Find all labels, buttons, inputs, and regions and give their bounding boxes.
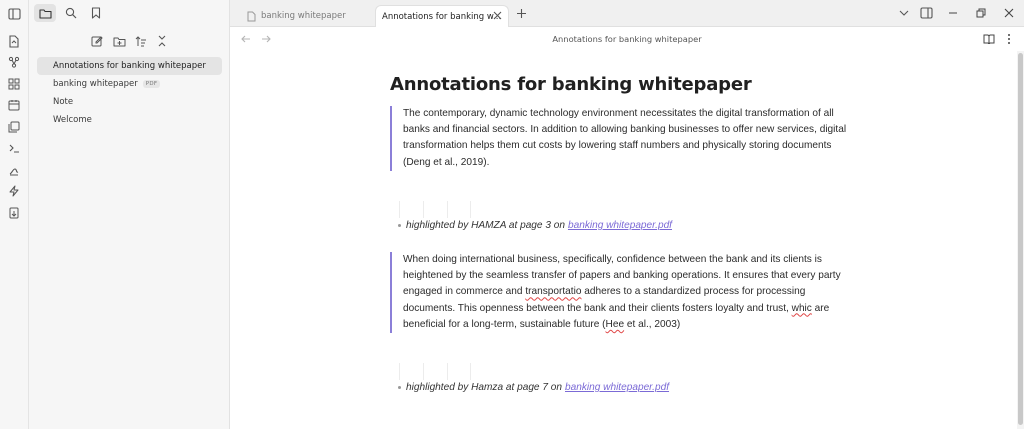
file-item-label: Annotations for banking whitepaper — [53, 61, 206, 71]
empty-table-row — [399, 201, 471, 218]
close-tab-icon[interactable] — [493, 11, 502, 20]
annotation-meta-1: highlighted by HAMZA at page 3 on bankin… — [398, 220, 672, 231]
new-tab-plus-icon[interactable] — [514, 6, 528, 20]
open-quick-switcher-icon[interactable] — [7, 34, 21, 48]
more-options-icon[interactable] — [1003, 33, 1015, 45]
annotation-meta-text: highlighted by Hamza at page 7 on — [406, 382, 562, 393]
reading-view-book-icon[interactable] — [983, 33, 995, 45]
draw-icon[interactable] — [7, 163, 21, 177]
import-icon[interactable] — [7, 206, 21, 220]
pdf-link[interactable]: banking whitepaper.pdf — [565, 382, 669, 393]
file-item-annotations[interactable]: Annotations for banking whitepaper — [37, 57, 222, 75]
new-folder-icon[interactable] — [111, 33, 127, 49]
file-tree: Annotations for banking whitepaper banki… — [37, 57, 222, 129]
file-item-note[interactable]: Note — [37, 93, 222, 111]
sort-order-icon[interactable] — [133, 33, 149, 49]
file-item-label: banking whitepaper — [53, 79, 138, 89]
canvas-icon[interactable] — [7, 77, 21, 91]
tab-label: Annotations for banking w... — [382, 11, 502, 22]
pdf-link[interactable]: banking whitepaper.pdf — [568, 220, 672, 231]
view-header: Annotations for banking whitepaper — [230, 27, 1024, 51]
note-content: Annotations for banking whitepaper The c… — [390, 74, 860, 393]
annotation-meta-2: highlighted by Hamza at page 7 on bankin… — [398, 382, 669, 393]
misspelled-word: whic — [791, 302, 812, 314]
calendar-icon[interactable] — [7, 98, 21, 112]
collapse-all-icon[interactable] — [154, 33, 170, 49]
editor-scrollbar[interactable] — [1017, 51, 1024, 429]
tab-list-chevron-down-icon[interactable] — [897, 6, 911, 20]
close-window-icon[interactable] — [1002, 6, 1016, 20]
search-tab-search-icon[interactable] — [60, 4, 82, 22]
scrollbar-thumb[interactable] — [1018, 53, 1023, 425]
file-type-badge: PDF — [142, 80, 161, 88]
right-sidebar-toggle-icon[interactable] — [919, 6, 933, 20]
annotation-quote-1: The contemporary, dynamic technology env… — [390, 106, 860, 171]
templates-icon[interactable] — [7, 120, 21, 134]
note-title-heading: Annotations for banking whitepaper — [390, 74, 752, 95]
left-ribbon — [0, 0, 29, 429]
file-item-banking-whitepaper[interactable]: banking whitepaper PDF — [37, 75, 222, 93]
file-item-welcome[interactable]: Welcome — [37, 111, 222, 129]
empty-table-row — [399, 363, 471, 380]
file-explorer-sidebar: Annotations for banking whitepaper banki… — [29, 0, 230, 429]
misspelled-word: transportatio — [525, 286, 582, 298]
minimize-icon[interactable] — [946, 6, 960, 20]
new-note-icon[interactable] — [89, 33, 105, 49]
bullet-dot — [398, 224, 401, 227]
file-icon — [247, 11, 256, 22]
bullet-dot — [398, 386, 401, 389]
tab-annotations[interactable]: Annotations for banking w... — [375, 5, 509, 27]
tab-bar: banking whitepaper Annotations for banki… — [230, 0, 1024, 27]
annotation-quote-2: When doing international business, speci… — [390, 252, 860, 334]
view-header-title[interactable]: Annotations for banking whitepaper — [230, 34, 1024, 44]
sidebar-tabs — [29, 0, 230, 27]
file-item-label: Welcome — [53, 115, 92, 125]
tab-label: banking whitepaper — [261, 11, 346, 21]
lightning-icon[interactable] — [7, 184, 21, 198]
file-item-label: Note — [53, 97, 74, 107]
files-tab-folder-icon[interactable] — [34, 4, 56, 22]
sidebar-toggle-icon[interactable] — [7, 7, 21, 21]
file-explorer-toolbar — [29, 33, 230, 49]
annotation-meta-text: highlighted by HAMZA at page 3 on — [406, 220, 565, 231]
restore-window-icon[interactable] — [974, 6, 988, 20]
bookmarks-tab-bookmark-icon[interactable] — [85, 4, 107, 22]
graph-view-icon[interactable] — [7, 55, 21, 69]
misspelled-word: Hee — [605, 318, 625, 330]
tab-banking-whitepaper[interactable]: banking whitepaper — [230, 5, 370, 27]
command-palette-icon[interactable] — [7, 141, 21, 155]
